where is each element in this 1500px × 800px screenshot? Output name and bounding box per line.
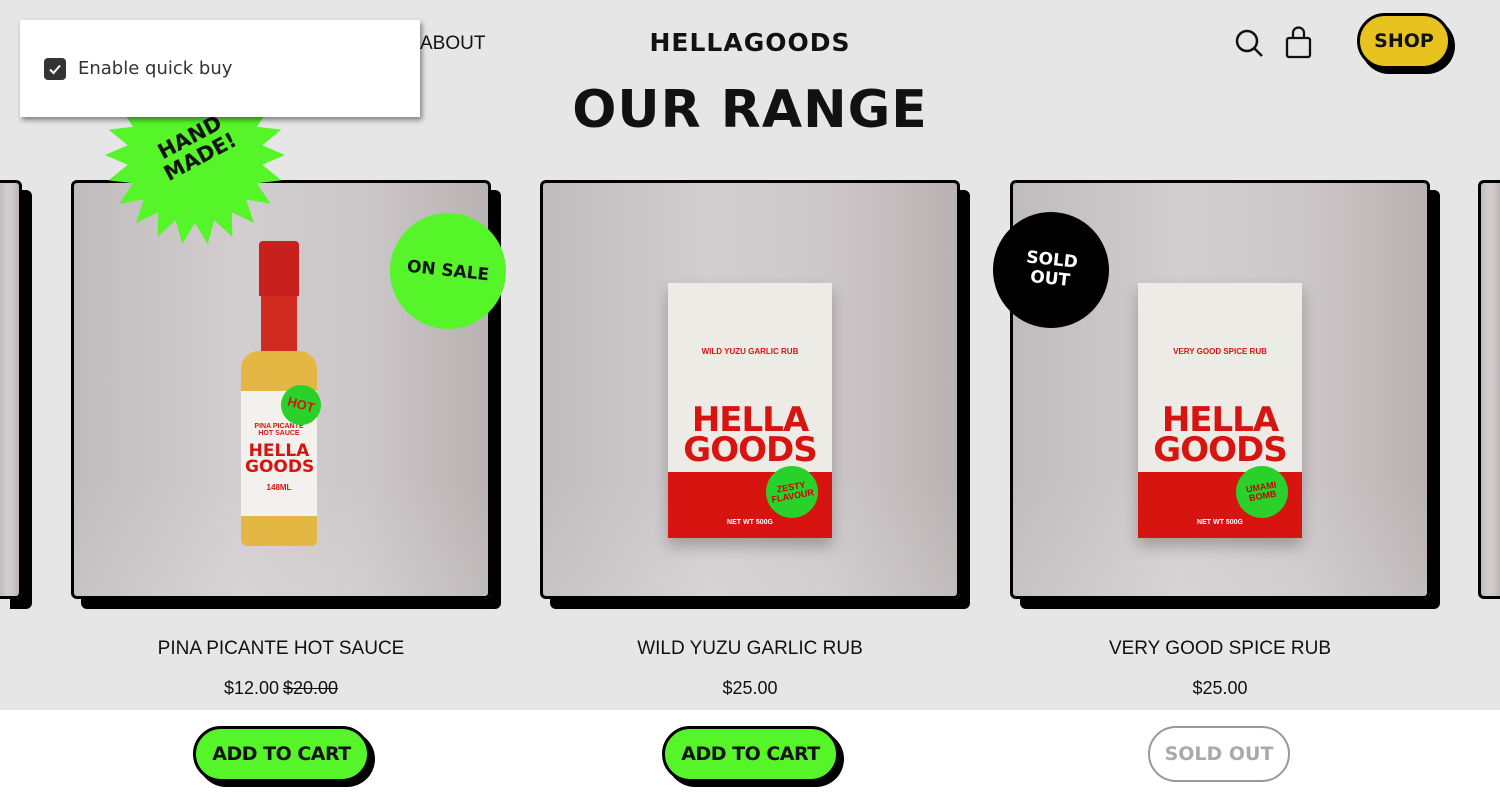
shopping-bag-icon[interactable]	[1283, 26, 1315, 60]
product-price: $25.00	[1192, 678, 1248, 698]
product-image: HOT PINA PICANTE HOT SAUCE HELLA GOODS 1…	[239, 241, 326, 546]
product-card-partial[interactable]	[1478, 180, 1500, 599]
product-name[interactable]: WILD YUZU GARLIC RUB	[540, 638, 960, 660]
product-price: $25.00	[722, 678, 778, 698]
quick-buy-label[interactable]: Enable quick buy	[78, 58, 232, 79]
product-card[interactable]: WILD YUZU GARLIC RUB HELLA GOODS ZESTY F…	[540, 180, 960, 599]
product-image: VERY GOOD SPICE RUB HELLA GOODS UMAMI BO…	[1138, 283, 1302, 538]
label-brand: HELLA GOODS	[245, 441, 315, 477]
product-price: $12.00 $20.00	[71, 678, 491, 699]
quick-buy-checkbox[interactable]	[44, 57, 66, 80]
label-brand: HELLA GOODS	[1153, 400, 1287, 470]
label-flavour: PINA PICANTE HOT SAUCE	[254, 423, 304, 437]
sale-price: $12.00	[223, 678, 279, 698]
quick-buy-popup: Enable quick buy	[20, 20, 420, 117]
add-to-cart-button[interactable]: ADD TO CART	[193, 726, 370, 782]
product-card-partial[interactable]	[0, 180, 22, 599]
product-image: WILD YUZU GARLIC RUB HELLA GOODS ZESTY F…	[668, 283, 832, 538]
label-net: NET WT 500G	[1197, 519, 1243, 526]
label-brand: HELLA GOODS	[683, 400, 817, 470]
search-icon[interactable]	[1234, 26, 1266, 60]
product-name[interactable]: PINA PICANTE HOT SAUCE	[71, 638, 491, 660]
shop-button[interactable]: SHOP	[1357, 13, 1451, 69]
compare-price: $20.00	[283, 678, 339, 698]
add-to-cart-button[interactable]: ADD TO CART	[662, 726, 839, 782]
label-size: 148ML	[266, 483, 292, 492]
product-name[interactable]: VERY GOOD SPICE RUB	[1010, 638, 1430, 660]
sold-out-button[interactable]: SOLD OUT	[1148, 726, 1290, 782]
label-net: NET WT 500G	[727, 519, 773, 526]
checkmark-icon	[49, 64, 61, 74]
label-small: WILD YUZU GARLIC RUB	[701, 347, 799, 356]
label-small: VERY GOOD SPICE RUB	[1173, 347, 1267, 356]
